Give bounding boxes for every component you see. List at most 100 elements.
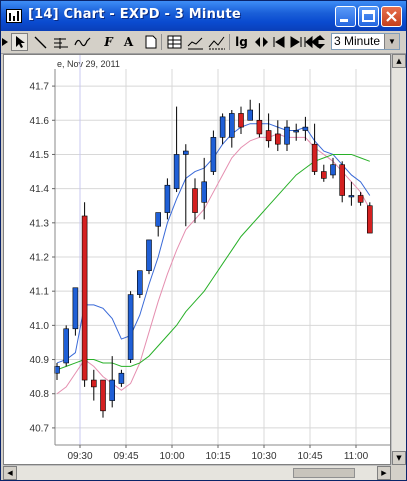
y-tick-label: 41.3 [30,218,50,229]
candle-body [100,379,106,412]
maximize-icon [362,10,375,22]
x-tick-label: 10:30 [251,451,276,462]
candle [284,120,290,152]
candle-body [155,212,161,227]
candle-body [339,164,346,196]
chevron-down-icon[interactable]: ▼ [384,34,399,49]
scroll-up-icon[interactable]: ▲ [392,54,406,68]
candle [100,379,106,418]
candle-body [210,137,217,172]
candle-body [366,205,373,234]
candle [247,99,253,121]
x-axis: 09:30 09:45 10:00 10:15 10:30 10:45 11:00 [55,444,390,462]
scroll-start-icon[interactable] [271,33,288,51]
zoom-icon[interactable] [253,33,270,51]
chart-app-icon[interactable] [6,9,22,23]
page-icon[interactable] [142,33,159,51]
maximize-button[interactable] [358,6,379,27]
candle-body [265,130,272,142]
trendline-icon[interactable] [32,33,49,51]
up-down-icon[interactable] [312,33,328,51]
candle [274,120,281,152]
interval-select[interactable]: 3 Minute ▼ [331,33,400,50]
close-button[interactable] [381,6,402,27]
indicator-icon[interactable] [186,33,205,51]
candle-body [293,130,300,133]
chart-date-label: e, Nov 29, 2011 [57,59,120,69]
candle [256,103,263,138]
chart-area[interactable]: e, Nov 29, 2011 41.7 41.6 41.5 41.4 41.3 41.2… [3,54,391,465]
indicator-list-icon[interactable] [207,33,227,51]
window-title: [14] Chart - EXPD - 3 Minute [28,7,241,22]
ma-slow-line [56,153,370,371]
candle-body [311,143,318,172]
scroll-thumb[interactable] [293,468,355,478]
y-tick-label: 40.7 [30,423,50,434]
candle [155,212,161,237]
text-tool[interactable]: A [120,33,137,51]
candle-body [72,287,79,330]
candle [91,369,97,401]
y-tick-label: 41.6 [30,116,50,127]
candles [54,99,373,418]
data-window-icon[interactable] [166,33,183,51]
candle [339,161,346,203]
x-tick-label: 09:30 [67,451,92,462]
candle-body [357,195,364,203]
candle-body [219,116,226,138]
x-tick-label: 10:45 [297,451,322,462]
toolbar-separator [229,34,230,50]
y-tick-label: 41.5 [30,150,50,161]
candle [173,106,180,193]
candle [265,113,272,148]
candle-body [81,215,88,381]
candle-body [127,294,134,360]
minimize-button[interactable] [335,6,356,27]
y-tick-label: 41.4 [30,184,50,195]
candle-body [320,171,327,179]
chart-window: [14] Chart - EXPD - 3 Minute F A lg 3 Mi… [0,0,407,481]
candle-body [256,119,263,135]
candle [348,181,355,206]
candle-body [164,184,171,213]
cursor-icon[interactable] [2,33,8,51]
pointer-icon[interactable] [11,33,28,51]
candle-body [118,372,125,384]
candle [146,239,152,275]
title-bar[interactable]: [14] Chart - EXPD - 3 Minute [1,1,406,31]
candle [118,369,125,387]
candle [183,144,189,227]
candle-body [330,164,336,176]
scroll-right-arrow-icon[interactable]: ▶ [377,466,391,480]
y-tick-label: 41.0 [30,321,50,332]
candle [357,192,364,206]
scroll-end-icon[interactable] [287,33,304,51]
candle-body [201,181,207,203]
freehand-icon[interactable] [73,33,92,51]
y-axis: 41.7 41.6 41.5 41.4 41.3 41.2 41.1 41.0 40.9 40.8… [30,69,56,445]
candle [366,202,373,234]
candle [219,113,226,145]
horizontal-scrollbar[interactable]: ◀ ▶ [3,465,391,480]
log-scale-tool[interactable]: lg [232,33,251,51]
candle-body [229,113,235,138]
close-icon [386,11,397,22]
candle-body [247,109,253,121]
candle-body [192,188,198,213]
scroll-left-arrow-icon[interactable]: ◀ [3,466,17,480]
price-chart[interactable]: e, Nov 29, 2011 41.7 41.6 41.5 41.4 41.3 41.2… [4,55,390,464]
candle [330,157,336,179]
candle-body [274,133,281,145]
fibonacci-icon[interactable] [52,33,71,51]
candle [229,110,235,148]
font-tool[interactable]: F [100,33,117,51]
x-tick-label: 10:00 [159,451,184,462]
candle-body [109,379,115,401]
y-tick-label: 40.8 [30,389,50,400]
resize-grip[interactable] [391,465,406,480]
candle [127,291,134,363]
vertical-scrollbar[interactable]: ▲ ▼ [391,54,406,465]
candle-body [302,126,309,131]
scroll-down-icon[interactable]: ▼ [392,451,406,465]
candle [164,178,171,220]
